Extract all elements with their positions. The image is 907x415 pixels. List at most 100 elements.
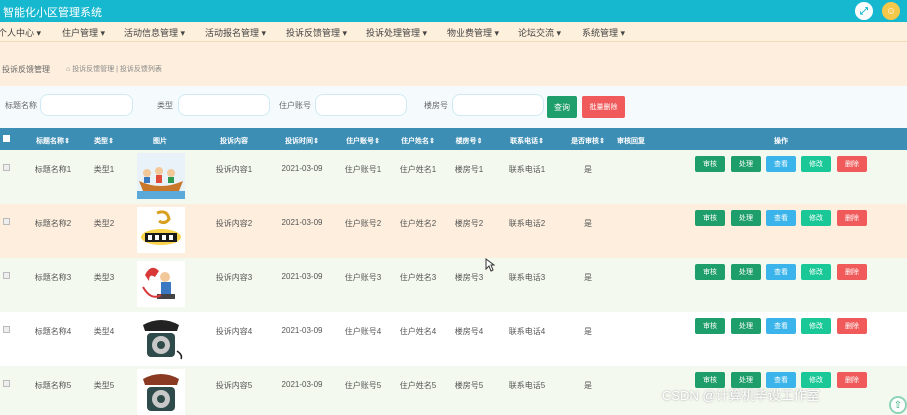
cell-time: 2021-03-09 bbox=[281, 326, 323, 335]
cell-phone: 联系电话4 bbox=[508, 327, 546, 336]
cell-time: 2021-03-09 bbox=[281, 380, 323, 389]
cell-account: 住户账号4 bbox=[344, 327, 382, 336]
watermark: CSDN @计算机毕设工作室 bbox=[662, 388, 820, 403]
handle-button[interactable]: 处理 bbox=[731, 210, 761, 226]
col-reply: 审核回复 bbox=[617, 138, 645, 145]
col-content: 投诉内容 bbox=[220, 138, 248, 145]
scroll-to-top-icon[interactable]: ⇧ bbox=[889, 396, 907, 414]
cell-content: 投诉内容4 bbox=[215, 327, 253, 336]
col-audited[interactable]: 是否审核⇕ bbox=[571, 136, 605, 146]
complaint-image bbox=[137, 261, 185, 307]
edit-button[interactable]: 修改 bbox=[801, 210, 831, 226]
cell-type: 类型2 bbox=[93, 219, 115, 228]
menu-item-personal[interactable]: 个人中心 ▾ bbox=[0, 26, 41, 39]
menu-item-signups[interactable]: 活动报名管理 ▾ bbox=[205, 26, 266, 39]
row-checkbox[interactable] bbox=[3, 164, 10, 171]
cell-time: 2021-03-09 bbox=[281, 164, 323, 173]
breadcrumb-bar: 投诉反馈管理 ⌂ 投诉反馈管理 | 投诉反馈列表 bbox=[0, 42, 907, 86]
menu-item-forum[interactable]: 论坛交流 ▾ bbox=[518, 26, 561, 39]
search-form: 标题名称 类型 住户账号 楼房号 查询 批量删除 bbox=[0, 86, 907, 128]
edit-button[interactable]: 修改 bbox=[801, 156, 831, 172]
section-title: 投诉反馈管理 bbox=[2, 65, 50, 74]
menu-item-complaint-handling[interactable]: 投诉处理管理 ▾ bbox=[366, 26, 427, 39]
handle-button[interactable]: 处理 bbox=[731, 156, 761, 172]
cell-title: 标题名称4 bbox=[34, 327, 72, 336]
app-title: 智能化小区管理系统 bbox=[3, 7, 102, 19]
edit-button[interactable]: 修改 bbox=[801, 264, 831, 280]
view-button[interactable]: 查看 bbox=[766, 156, 796, 172]
col-name[interactable]: 住户姓名⇕ bbox=[401, 136, 435, 146]
breadcrumb: ⌂ 投诉反馈管理 | 投诉反馈列表 bbox=[66, 66, 162, 73]
col-type[interactable]: 类型⇕ bbox=[94, 136, 114, 146]
avatar-icon[interactable]: ☺ bbox=[882, 2, 900, 20]
cell-name: 住户姓名2 bbox=[399, 219, 437, 228]
title-search-input[interactable] bbox=[40, 94, 133, 116]
cell-time: 2021-03-09 bbox=[281, 218, 323, 227]
delete-button[interactable]: 删除 bbox=[837, 210, 867, 226]
menu-item-system[interactable]: 系统管理 ▾ bbox=[582, 26, 625, 39]
row-checkbox[interactable] bbox=[3, 380, 10, 387]
view-button[interactable]: 查看 bbox=[766, 264, 796, 280]
view-button[interactable]: 查看 bbox=[766, 210, 796, 226]
col-image: 图片 bbox=[153, 138, 167, 145]
row-checkbox[interactable] bbox=[3, 272, 10, 279]
table-row: 标题名称3 类型3 投诉内容3 2021-03-09 住户账号3 住户姓名3 楼… bbox=[0, 258, 907, 312]
complaint-image bbox=[137, 315, 185, 361]
col-time[interactable]: 投诉时间⇕ bbox=[285, 136, 319, 146]
title-label: 标题名称 bbox=[5, 101, 37, 110]
room-search-input[interactable] bbox=[452, 94, 544, 116]
home-icon[interactable]: ⌂ bbox=[66, 66, 70, 73]
cell-name: 住户姓名4 bbox=[399, 327, 437, 336]
audit-button[interactable]: 审核 bbox=[695, 210, 725, 226]
cell-content: 投诉内容1 bbox=[215, 165, 253, 174]
select-all-checkbox[interactable] bbox=[3, 135, 10, 142]
edit-button[interactable]: 修改 bbox=[801, 318, 831, 334]
cell-room: 楼房号4 bbox=[454, 327, 484, 336]
audit-button[interactable]: 审核 bbox=[695, 156, 725, 172]
col-account[interactable]: 住户账号⇕ bbox=[346, 136, 380, 146]
col-room[interactable]: 楼房号⇕ bbox=[456, 136, 483, 146]
account-search-input[interactable] bbox=[315, 94, 407, 116]
col-phone[interactable]: 联系电话⇕ bbox=[510, 136, 544, 146]
table-header: 标题名称⇕ 类型⇕ 图片 投诉内容 投诉时间⇕ 住户账号⇕ 住户姓名⇕ 楼房号⇕… bbox=[0, 128, 907, 150]
type-search-input[interactable] bbox=[178, 94, 270, 116]
cell-type: 类型1 bbox=[93, 165, 115, 174]
type-label: 类型 bbox=[157, 101, 173, 110]
audit-button[interactable]: 审核 bbox=[695, 318, 725, 334]
menu-item-residents[interactable]: 住户管理 ▾ bbox=[62, 26, 105, 39]
row-checkbox[interactable] bbox=[3, 218, 10, 225]
cell-content: 投诉内容3 bbox=[215, 273, 253, 282]
cell-time: 2021-03-09 bbox=[281, 272, 323, 281]
cell-title: 标题名称1 bbox=[34, 165, 72, 174]
col-title[interactable]: 标题名称⇕ bbox=[36, 136, 70, 146]
cell-room: 楼房号1 bbox=[454, 165, 484, 174]
cell-title: 标题名称3 bbox=[34, 273, 72, 282]
batch-delete-button[interactable]: 批量删除 bbox=[582, 96, 625, 118]
view-button[interactable]: 查看 bbox=[766, 318, 796, 334]
complaint-image bbox=[137, 153, 185, 199]
cell-title: 标题名称2 bbox=[34, 219, 72, 228]
cell-account: 住户账号5 bbox=[344, 381, 382, 390]
cell-audited: 是 bbox=[584, 327, 592, 336]
col-ops: 操作 bbox=[774, 138, 788, 145]
menu-item-activities[interactable]: 活动信息管理 ▾ bbox=[124, 26, 185, 39]
handle-button[interactable]: 处理 bbox=[731, 264, 761, 280]
table-row: 标题名称2 类型2 投诉内容2 2021-03-09 住户账号2 住户姓名2 楼… bbox=[0, 204, 907, 258]
delete-button[interactable]: 删除 bbox=[837, 318, 867, 334]
cell-type: 类型4 bbox=[93, 327, 115, 336]
row-checkbox[interactable] bbox=[3, 326, 10, 333]
delete-button[interactable]: 删除 bbox=[837, 156, 867, 172]
cell-type: 类型3 bbox=[93, 273, 115, 282]
account-label: 住户账号 bbox=[279, 101, 311, 110]
handle-button[interactable]: 处理 bbox=[731, 318, 761, 334]
menu-item-property-fees[interactable]: 物业费管理 ▾ bbox=[447, 26, 499, 39]
delete-button[interactable]: 删除 bbox=[837, 372, 867, 388]
menu-item-complaints[interactable]: 投诉反馈管理 ▾ bbox=[286, 26, 347, 39]
delete-button[interactable]: 删除 bbox=[837, 264, 867, 280]
fullscreen-icon[interactable]: ⤢ bbox=[855, 2, 873, 20]
cell-audited: 是 bbox=[584, 381, 592, 390]
cell-account: 住户账号3 bbox=[344, 273, 382, 282]
room-label: 楼房号 bbox=[424, 101, 448, 110]
audit-button[interactable]: 审核 bbox=[695, 264, 725, 280]
search-button[interactable]: 查询 bbox=[547, 96, 577, 118]
